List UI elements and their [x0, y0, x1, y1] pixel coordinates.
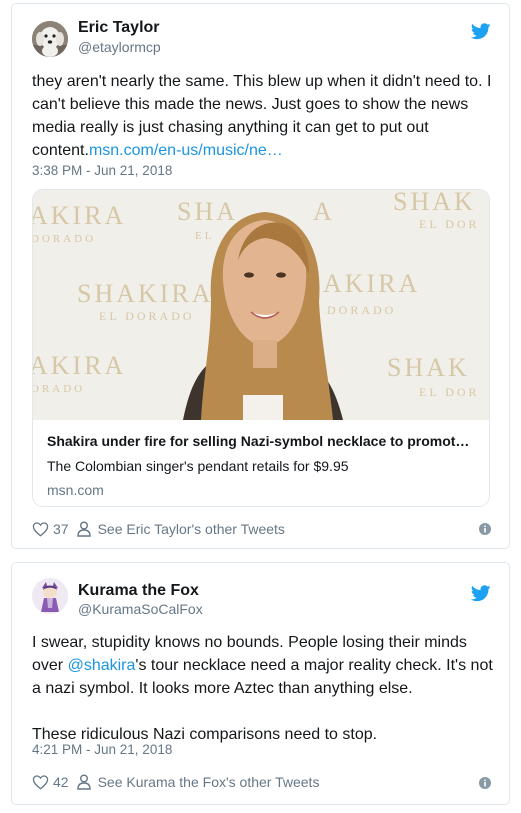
- card-domain: msn.com: [47, 482, 104, 498]
- tweet-text: they aren't nearly the same. This blew u…: [32, 70, 500, 162]
- backdrop-text: AKIRA: [33, 351, 126, 380]
- display-name[interactable]: Eric Taylor: [78, 19, 160, 37]
- dog-avatar-icon: [32, 21, 68, 57]
- tweet-embed: Kurama the Fox @KuramaSoCalFox I swear, …: [11, 562, 510, 805]
- card-description: The Colombian singer's pendant retails f…: [47, 458, 349, 474]
- other-tweets-link[interactable]: See Kurama the Fox's other Tweets: [98, 774, 320, 790]
- backdrop-text: A: [313, 197, 335, 226]
- avatar[interactable]: [32, 21, 68, 57]
- tweet-actions: 42 See Kurama the Fox's other Tweets: [32, 772, 319, 792]
- like-count[interactable]: 42: [53, 774, 69, 790]
- backdrop-text: SHAKIRA: [77, 279, 214, 308]
- backdrop-text: SHA: [177, 197, 238, 226]
- heart-icon[interactable]: [32, 774, 49, 790]
- backdrop-text: ORADO: [33, 383, 85, 395]
- timestamp[interactable]: 3:38 PM - Jun 21, 2018: [32, 163, 172, 178]
- backdrop-text: AKIRA: [323, 269, 420, 298]
- person-icon: [76, 774, 91, 790]
- twitter-bird-icon[interactable]: [471, 23, 491, 40]
- backdrop-text: EL: [195, 230, 214, 242]
- like-count[interactable]: 37: [53, 521, 69, 537]
- person-icon: [76, 521, 91, 537]
- tweet-text: I swear, stupidity knows no bounds. Peop…: [32, 631, 500, 746]
- avatar[interactable]: [32, 578, 68, 614]
- twitter-bird-icon[interactable]: [471, 585, 491, 602]
- tweet-embed: Eric Taylor @etaylormcp they aren't near…: [11, 3, 510, 549]
- backdrop-text: EL DORADO: [99, 309, 195, 323]
- backdrop-text: EL DOR: [419, 217, 480, 231]
- user-handle[interactable]: @KuramaSoCalFox: [78, 601, 203, 617]
- card-image: AKIRA DORADO SHA EL A SHAK EL DOR SHAKIR…: [33, 190, 489, 420]
- tweet-link[interactable]: msn.com/en-us/music/ne…: [89, 142, 283, 159]
- backdrop-text: AKIRA: [33, 201, 126, 230]
- mention-link[interactable]: @shakira: [68, 657, 136, 674]
- display-name[interactable]: Kurama the Fox: [78, 582, 199, 600]
- fox-avatar-icon: [32, 578, 68, 614]
- backdrop-text: DORADO: [33, 233, 96, 245]
- card-title[interactable]: Shakira under fire for selling Nazi-symb…: [47, 433, 469, 449]
- backdrop-text: DORADO: [327, 303, 396, 317]
- info-icon[interactable]: [479, 523, 491, 535]
- link-card[interactable]: AKIRA DORADO SHA EL A SHAK EL DOR SHAKIR…: [32, 189, 490, 507]
- backdrop-text: SHAK: [387, 353, 470, 382]
- backdrop-text: SHAK: [393, 190, 476, 216]
- backdrop-text: EL DOR: [419, 385, 480, 399]
- tweet-actions: 37 See Eric Taylor's other Tweets: [32, 519, 285, 539]
- heart-icon[interactable]: [32, 521, 49, 537]
- other-tweets-link[interactable]: See Eric Taylor's other Tweets: [98, 521, 285, 537]
- info-icon[interactable]: [479, 777, 491, 789]
- user-handle[interactable]: @etaylormcp: [78, 39, 161, 55]
- timestamp[interactable]: 4:21 PM - Jun 21, 2018: [32, 742, 172, 757]
